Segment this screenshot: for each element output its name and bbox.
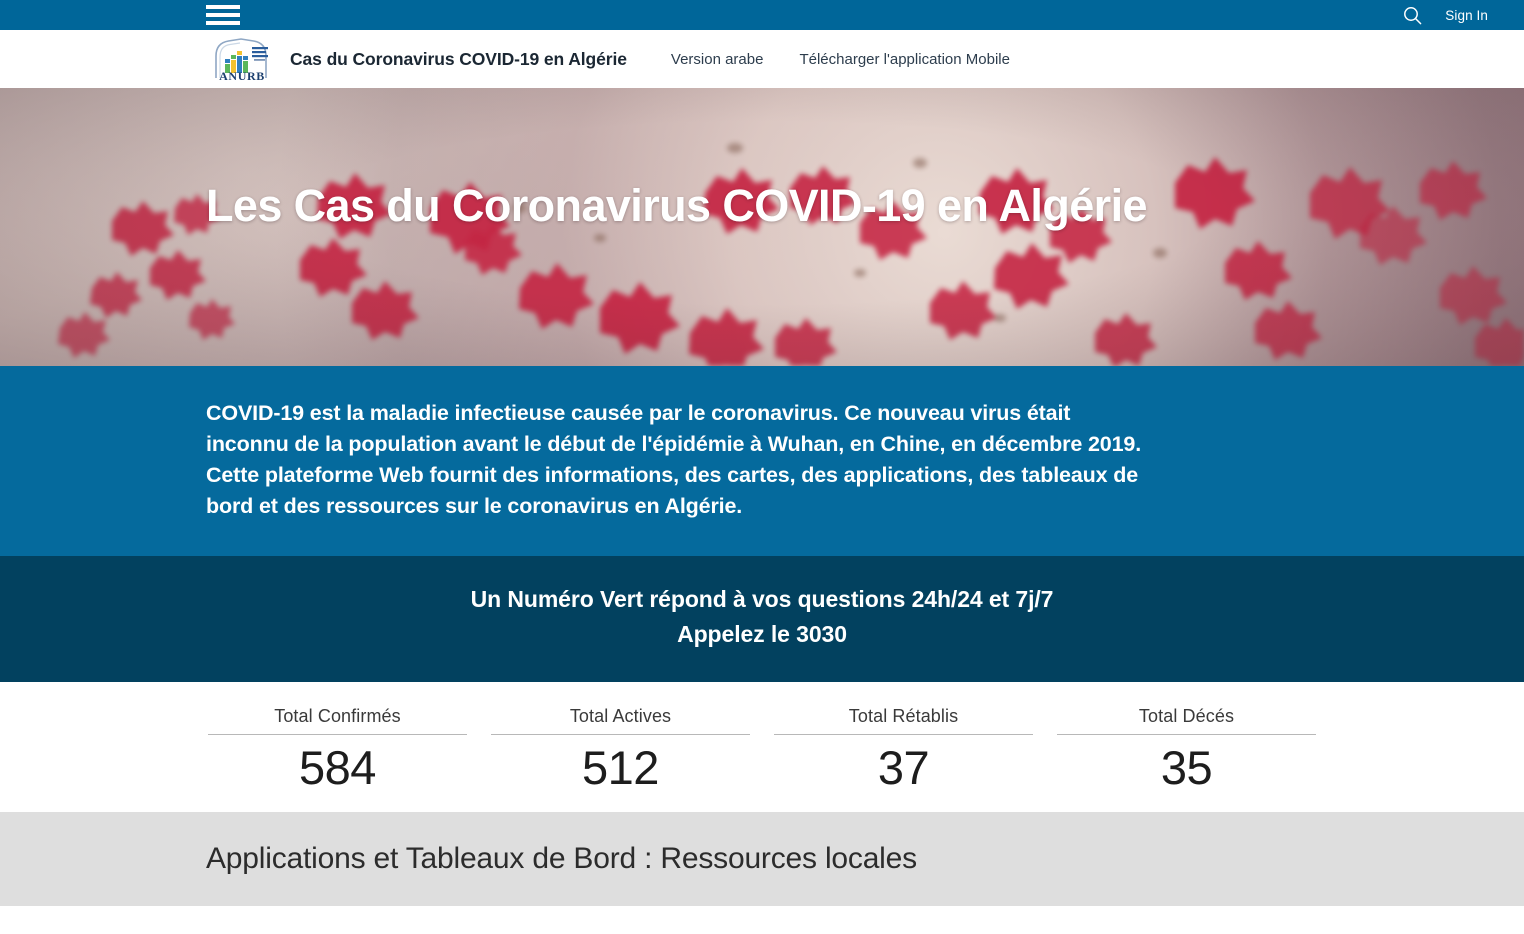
info-text: COVID-19 est la maladie infectieuse caus… <box>206 398 1154 522</box>
main-navbar: ANURB Cas du Coronavirus COVID-19 en Alg… <box>0 30 1524 88</box>
stat-card-total-retablis: Total Rétablis 37 <box>762 706 1045 792</box>
hotline-band: Un Numéro Vert répond à vos questions 24… <box>0 556 1524 682</box>
hamburger-icon[interactable] <box>206 2 240 28</box>
stat-card-total-deces: Total Décés 35 <box>1045 706 1328 792</box>
info-paragraph-1: COVID-19 est la maladie infectieuse caus… <box>206 401 1142 456</box>
stat-label: Total Rétablis <box>848 706 959 726</box>
resources-section: Applications et Tableaux de Bord : Resso… <box>0 812 1524 906</box>
stat-label: Total Actives <box>569 706 672 726</box>
svg-text:ANURB: ANURB <box>219 69 265 83</box>
top-utility-right: Sign In <box>1389 0 1524 30</box>
info-paragraph-2: Cette plateforme Web fournit des informa… <box>206 463 1139 518</box>
hero-banner: Les Cas du Coronavirus COVID-19 en Algér… <box>0 88 1524 366</box>
stat-value: 584 <box>299 741 376 794</box>
hamburger-bar <box>206 5 240 9</box>
hamburger-bar <box>206 13 240 17</box>
hotline-line-2: Appelez le 3030 <box>677 621 847 647</box>
stat-value: 512 <box>582 741 659 794</box>
nav-links: Version arabe Télécharger l'application … <box>653 51 1028 68</box>
info-band: COVID-19 est la maladie infectieuse caus… <box>0 366 1524 556</box>
anurb-logo: ANURB <box>206 34 278 84</box>
hero-title: Les Cas du Coronavirus COVID-19 en Algér… <box>206 180 1148 231</box>
stat-card-total-confirmes: Total Confirmés 584 <box>196 706 479 792</box>
nav-link-telecharger-app[interactable]: Télécharger l'application Mobile <box>781 51 1027 68</box>
stat-label: Total Décés <box>1138 706 1235 726</box>
sign-in-button[interactable]: Sign In <box>1435 8 1524 23</box>
section-title: Applications et Tableaux de Bord : Resso… <box>206 842 917 875</box>
hotline-line-1: Un Numéro Vert répond à vos questions 24… <box>470 586 1054 612</box>
stat-label: Total Confirmés <box>274 706 401 726</box>
nav-link-version-arabe[interactable]: Version arabe <box>653 51 782 68</box>
stats-row: Total Confirmés 584 Total Actives 512 To… <box>0 682 1524 812</box>
top-utility-bar: Sign In <box>0 0 1524 30</box>
stat-card-total-actives: Total Actives 512 <box>479 706 762 792</box>
search-icon[interactable] <box>1389 0 1435 30</box>
stat-value: 35 <box>1160 741 1213 794</box>
brand-home-link[interactable]: ANURB Cas du Coronavirus COVID-19 en Alg… <box>206 34 627 84</box>
hamburger-bar <box>206 21 240 25</box>
info-band-inner: COVID-19 est la maladie infectieuse caus… <box>0 398 1360 522</box>
page-root: Sign In ANURB Cas du Coronavirus COVID-1… <box>0 0 1524 934</box>
stat-value: 37 <box>877 741 930 794</box>
brand-title: Cas du Coronavirus COVID-19 en Algérie <box>290 48 627 69</box>
